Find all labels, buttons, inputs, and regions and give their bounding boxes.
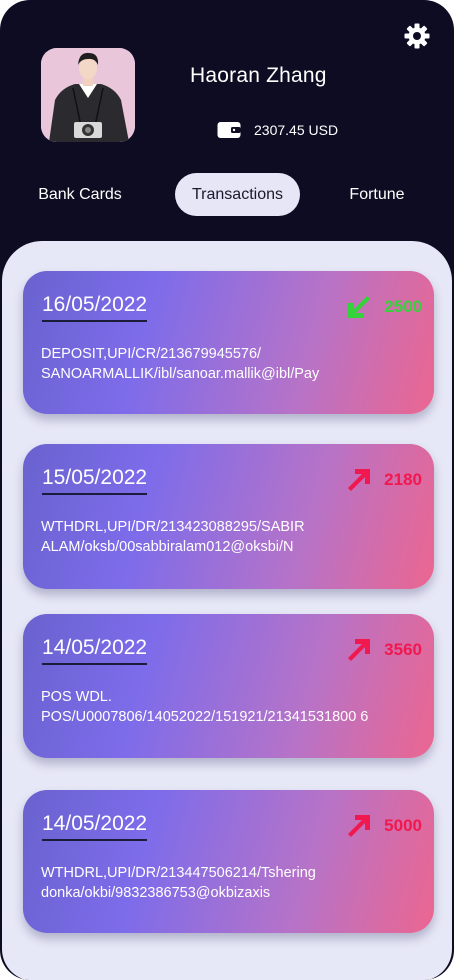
transaction-amount: 3560 (384, 640, 422, 659)
transaction-description: DEPOSIT,UPI/CR/213679945576/ SANOARMALLI… (41, 346, 320, 382)
wallet-icon (217, 121, 241, 139)
arrow-down-left-icon (348, 296, 370, 318)
tab-transactions[interactable]: Transactions (175, 173, 300, 216)
user-name: Haoran Zhang (190, 64, 327, 87)
transaction-amount: 2500 (384, 297, 422, 316)
transaction-card[interactable]: 15/05/2022 2180 WTHDRL,UPI/DR/2134230882… (23, 444, 434, 589)
transactions-panel: 16/05/2022 2500 DEPOSIT,UPI/CR/213679945… (2, 241, 452, 980)
transaction-date: 16/05/2022 (42, 293, 148, 322)
tab-fortune[interactable]: Fortune (334, 173, 420, 216)
transaction-card[interactable]: 14/05/2022 5000 WTHDRL,UPI/DR/2134475062… (23, 790, 434, 933)
transaction-amount: 2180 (384, 470, 422, 489)
transaction-card[interactable]: 14/05/2022 3560 POS WDL. POS/U0007806/14… (23, 614, 434, 758)
transaction-date: 14/05/2022 (42, 636, 148, 665)
wallet-balance: 2307.45 USD (254, 122, 339, 138)
arrow-up-right-icon (348, 815, 370, 837)
transaction-description: WTHDRL,UPI/DR/213423088295/SABIR ALAM/ok… (41, 519, 305, 555)
avatar-illustration (41, 48, 135, 142)
arrow-up-right-icon (348, 469, 370, 491)
settings-button[interactable] (403, 22, 431, 50)
app-screen: Haoran Zhang 2307.45 USD Bank Cards Tran… (0, 0, 454, 980)
tab-bank-cards[interactable]: Bank Cards (24, 173, 136, 216)
transaction-description: WTHDRL,UPI/DR/213447506214/Tshering donk… (41, 865, 316, 901)
transaction-card[interactable]: 16/05/2022 2500 DEPOSIT,UPI/CR/213679945… (23, 271, 434, 414)
transaction-amount: 5000 (384, 816, 422, 835)
arrow-up-right-icon (348, 639, 370, 661)
avatar[interactable] (41, 48, 135, 142)
transaction-date: 15/05/2022 (42, 466, 148, 495)
transaction-description: POS WDL. POS/U0007806/14052022/151921/21… (41, 689, 369, 725)
gear-icon (404, 23, 430, 49)
transaction-date: 14/05/2022 (42, 812, 148, 841)
